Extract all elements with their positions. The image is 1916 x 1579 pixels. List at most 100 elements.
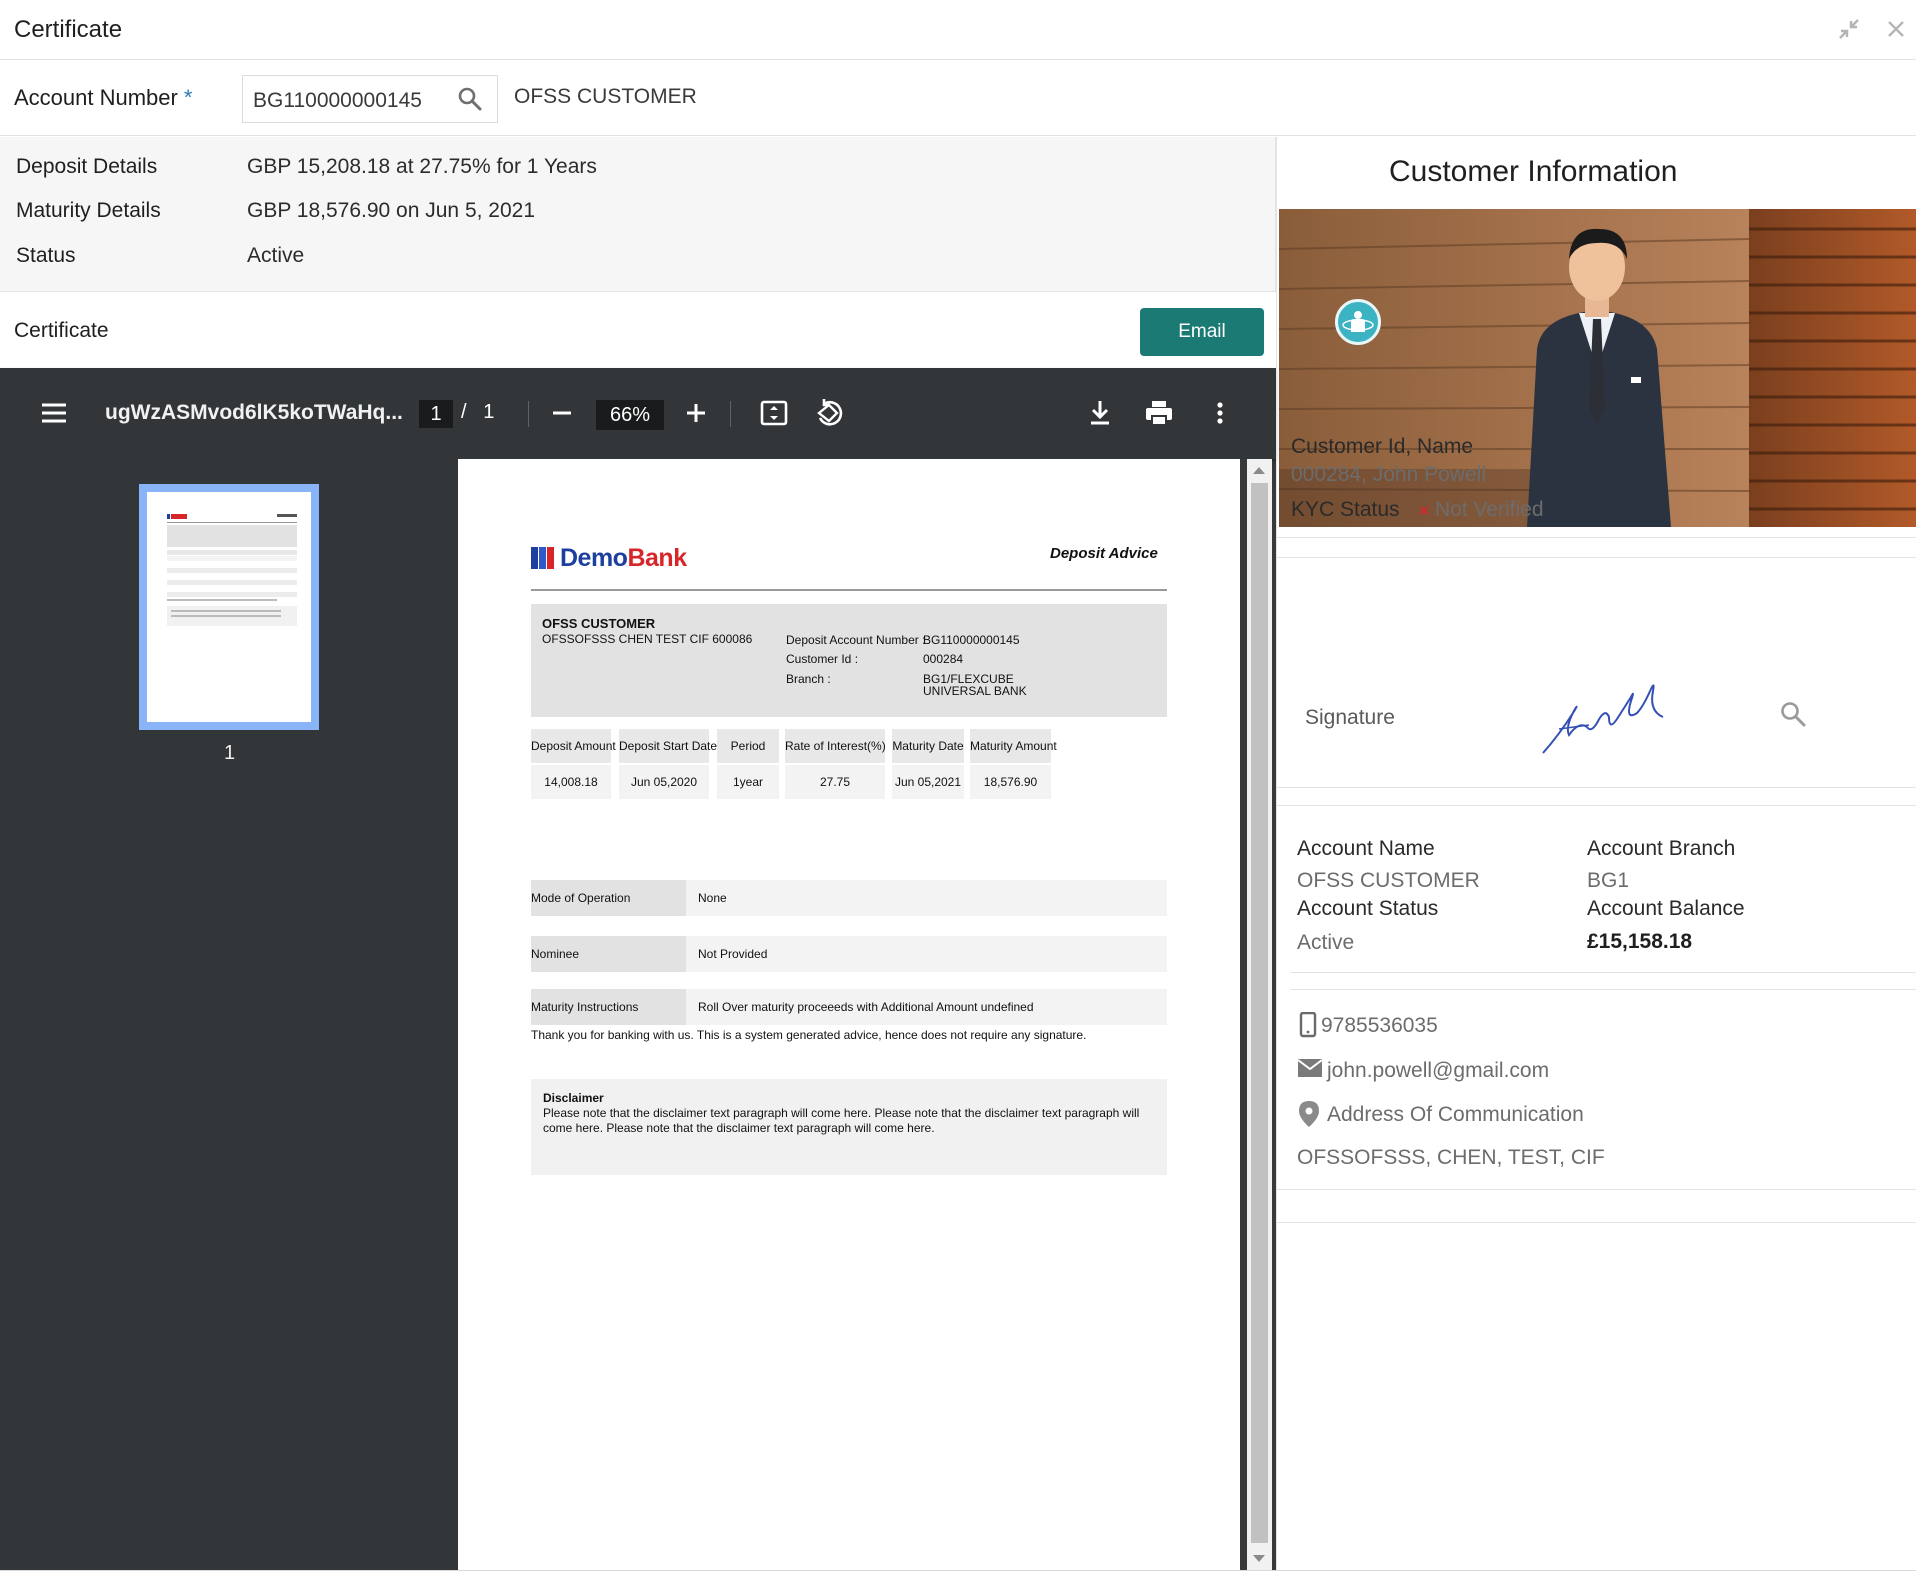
section-divider — [1277, 1222, 1916, 1223]
account-number-label: Account Number * — [14, 85, 193, 110]
account-number-input[interactable]: BG110000000145 — [242, 75, 498, 123]
email-address: john.powell@gmail.com — [1327, 1059, 1550, 1082]
nominee-label: Nominee — [531, 936, 686, 972]
collapse-arrows-icon[interactable] — [1836, 16, 1862, 42]
modal-title: Certificate — [14, 16, 123, 43]
zoom-out-icon[interactable] — [545, 396, 579, 430]
pdf-file-name: ugWzASMvod6lK5koTWaHq... — [105, 401, 403, 424]
page-thumbnail[interactable] — [139, 484, 319, 730]
table-column: Deposit Start Date Jun 05,2020 — [619, 729, 717, 799]
customer-id-name-label: Customer Id, Name — [1291, 435, 1474, 458]
magnify-icon[interactable] — [1779, 700, 1807, 728]
account-status-label: Account Status — [1297, 897, 1439, 920]
mode-of-operation-row: Mode of Operation None — [531, 880, 1167, 916]
table-column: Deposit Amount 14,008.18 — [531, 729, 616, 799]
doc-customer-sub: OFSSOFSSS CHEN TEST CIF 600086 — [542, 632, 753, 646]
email-button[interactable]: Email — [1140, 308, 1264, 356]
column-value: 27.75 — [785, 765, 885, 799]
nominee-value: Not Provided — [686, 936, 1167, 972]
account-number-row: Account Number * BG110000000145 OFSS CUST… — [0, 60, 1916, 136]
fit-page-icon[interactable] — [757, 396, 791, 430]
disclaimer-box: Disclaimer Please note that the disclaim… — [531, 1079, 1167, 1175]
more-vert-icon[interactable] — [1203, 396, 1237, 430]
thumbnail-sidebar: 1 — [0, 459, 458, 1570]
not-verified-icon: × — [1419, 501, 1429, 520]
menu-icon[interactable] — [37, 396, 71, 430]
account-balance-label: Account Balance — [1587, 897, 1745, 920]
account-balance-value: £15,158.18 — [1587, 930, 1693, 953]
table-column: Maturity Amount 18,576.90 — [970, 729, 1057, 799]
deposit-account-value: BG110000000145 — [923, 633, 1020, 647]
rotate-icon[interactable] — [812, 396, 846, 430]
section-divider — [1277, 537, 1916, 538]
deposit-details-value: GBP 15,208.18 at 27.75% for 1 Years — [247, 155, 597, 178]
toolbar-divider — [730, 401, 731, 427]
mode-of-operation-label: Mode of Operation — [531, 880, 686, 916]
document-area: DemoBank Deposit Advice OFSS CUSTOMER OF… — [458, 459, 1252, 1570]
zoom-in-icon[interactable] — [679, 396, 713, 430]
header-rule — [531, 589, 1167, 591]
zoom-level[interactable]: 66% — [596, 400, 664, 430]
vertical-scrollbar[interactable] — [1247, 459, 1272, 1570]
disclaimer-text: Please note that the disclaimer text par… — [543, 1106, 1140, 1135]
account-number-value[interactable]: BG110000000145 — [253, 89, 422, 113]
column-value: 18,576.90 — [970, 765, 1051, 799]
mail-icon — [1297, 1057, 1323, 1079]
section-divider — [1291, 972, 1916, 973]
search-icon[interactable] — [457, 86, 483, 112]
account-name-value: OFSS CUSTOMER — [1297, 869, 1480, 892]
maturity-details-value: GBP 18,576.90 on Jun 5, 2021 — [247, 199, 536, 222]
signature-label: Signature — [1305, 706, 1395, 729]
section-divider — [1291, 989, 1916, 990]
maturity-instructions-value: Roll Over maturity proceeeds with Additi… — [686, 989, 1167, 1025]
column-header: Deposit Start Date — [619, 729, 717, 763]
page-number-input[interactable]: 1 — [419, 400, 453, 428]
section-divider — [1277, 805, 1916, 806]
toolbar-divider — [528, 401, 529, 427]
face-scan-icon — [1335, 299, 1381, 345]
pdf-page: DemoBank Deposit Advice OFSS CUSTOMER OF… — [458, 459, 1240, 1570]
disclaimer-title: Disclaimer — [543, 1091, 604, 1105]
status-value: Active — [247, 244, 305, 267]
pdf-toolbar: ugWzASMvod6lK5koTWaHq... 1 / 1 66% — [0, 368, 1276, 459]
account-branch-label: Account Branch — [1587, 837, 1736, 860]
customer-photo — [1279, 209, 1916, 597]
column-value: Jun 05,2021 — [892, 765, 964, 799]
page-total: / 1 — [461, 401, 495, 423]
kyc-status-label: KYC Status — [1291, 498, 1400, 521]
phone-icon — [1297, 1011, 1319, 1038]
close-icon[interactable] — [1883, 16, 1909, 42]
certificate-bar: Certificate Email — [0, 293, 1276, 368]
customer-information-title: Customer Information — [1389, 155, 1678, 188]
column-header: Maturity Amount — [970, 729, 1057, 763]
download-icon[interactable] — [1083, 396, 1117, 430]
customer-id-label: Customer Id : — [786, 652, 859, 666]
scroll-thumb[interactable] — [1251, 483, 1268, 1543]
table-column: Period 1year — [717, 729, 779, 799]
customer-id-value: 000284 — [923, 652, 964, 666]
scroll-down-icon[interactable] — [1253, 1555, 1265, 1562]
account-status-value: Active — [1297, 931, 1355, 954]
deposit-account-label: Deposit Account Number : — [786, 633, 926, 647]
modal-header: Certificate — [0, 0, 1916, 60]
kyc-status-value: × Not Verified — [1419, 498, 1544, 521]
print-icon[interactable] — [1142, 396, 1176, 430]
column-header: Rate of Interest(%) — [785, 729, 886, 763]
account-branch-value: BG1 — [1587, 869, 1630, 892]
required-marker: * — [183, 85, 193, 110]
deposit-table: Deposit Amount 14,008.18 Deposit Start D… — [531, 729, 1167, 799]
branch-value-line2: UNIVERSAL BANK — [923, 684, 1027, 698]
maturity-instructions-label: Maturity Instructions — [531, 989, 686, 1025]
certificate-label: Certificate — [14, 319, 109, 342]
document-title: Deposit Advice — [1050, 545, 1158, 562]
customer-info-box: OFSS CUSTOMER OFSSOFSSS CHEN TEST CIF 60… — [531, 604, 1167, 717]
scroll-up-icon[interactable] — [1253, 467, 1265, 474]
column-value: 1year — [717, 765, 779, 799]
address-label: Address Of Communication — [1327, 1103, 1584, 1126]
section-divider — [1277, 787, 1916, 788]
deposit-details-label: Deposit Details — [16, 155, 158, 178]
table-column: Maturity Date Jun 05,2021 — [892, 729, 964, 799]
thumbnail-page-preview — [147, 492, 311, 722]
table-column: Rate of Interest(%) 27.75 — [785, 729, 886, 799]
section-divider — [1277, 557, 1916, 558]
